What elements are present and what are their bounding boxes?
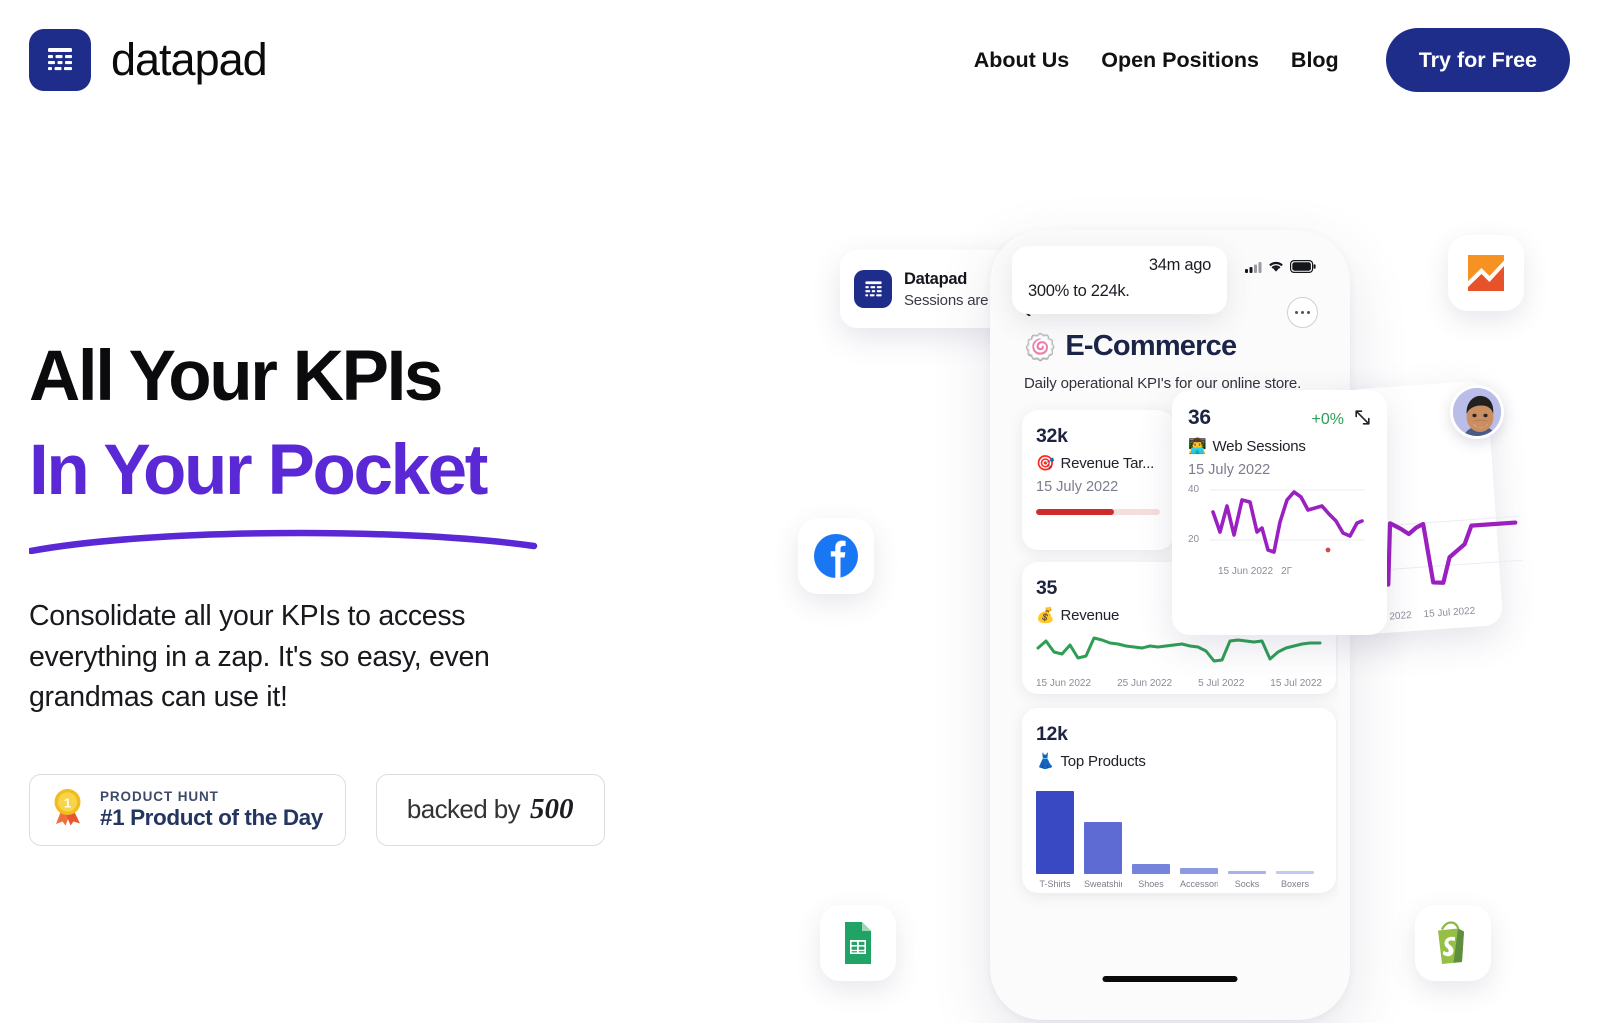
nav-link-about-us[interactable]: About Us <box>958 28 1086 92</box>
notification-title: Datapad <box>904 269 967 288</box>
delta-badge: +0% <box>1311 411 1344 428</box>
hero-subtitle: Consolidate all your KPIs to access ever… <box>29 600 490 713</box>
bar-label: Socks <box>1234 879 1260 889</box>
web-sessions-line-chart: 40 20 <box>1188 484 1371 560</box>
facebook-icon <box>798 518 874 594</box>
bar-label: T-Shirts <box>1039 879 1071 889</box>
x-tick: 15 Jul 2022 <box>1423 605 1476 621</box>
revenue-x-axis: 15 Jun 2022 25 Jun 2022 5 Jul 2022 15 Ju… <box>1036 678 1322 689</box>
kpi-value: 12k <box>1036 723 1068 745</box>
bar-4 <box>1180 868 1218 874</box>
top-navigation-bar: datapad About Us Open Positions Blog Try… <box>0 0 1600 120</box>
backed-by-500-badge[interactable]: backed by 500 <box>375 773 605 846</box>
kpi-label: Top Products <box>1060 752 1146 770</box>
cellular-bars-icon <box>1245 260 1262 278</box>
hero-product-visual: Datapad Sessions are u 🍥 E-Commerce Dail… <box>760 140 1600 1023</box>
product-hunt-badge[interactable]: 1 PRODUCT HUNT #1 Product of the Day <box>29 773 346 846</box>
lollipop-icon: 🍥 <box>1024 331 1057 362</box>
revenue-line-chart <box>1036 632 1322 673</box>
kpi-label-row: 🎯 Revenue Tar... <box>1036 454 1160 473</box>
product-hunt-kicker: PRODUCT HUNT <box>100 789 219 804</box>
money-bag-icon: 💰 <box>1036 607 1055 624</box>
datapad-grid-logo-icon <box>29 29 91 91</box>
backed-by-label: backed by <box>406 794 521 824</box>
wifi-icon <box>1268 260 1284 278</box>
bar-3 <box>1132 864 1170 874</box>
x-tick: 25 Jun 2022 <box>1117 678 1173 689</box>
phone-status-bar <box>1245 260 1316 278</box>
tshirt-icon: 👗 <box>1036 753 1055 770</box>
x-tick: 2Γ <box>1281 566 1293 577</box>
y-tick: 40 <box>1188 484 1200 495</box>
expand-arrows-icon[interactable] <box>1354 409 1371 431</box>
hero-title-line-1: All Your KPIs <box>29 337 443 416</box>
bar-2 <box>1084 822 1122 874</box>
alert-toast-card[interactable]: 34m ago 300% to 224k. <box>1012 246 1227 314</box>
battery-icon <box>1290 260 1316 278</box>
bar-5 <box>1228 871 1266 874</box>
hero-title-line-2: In Your Pocket <box>29 431 488 510</box>
google-sheets-icon <box>820 905 896 981</box>
brand-name: datapad <box>111 34 268 85</box>
datapad-grid-logo-icon <box>854 270 892 308</box>
five-hundred-logo: 500 <box>530 793 574 825</box>
nav-link-open-positions[interactable]: Open Positions <box>1085 28 1275 92</box>
kpi-date: 15 July 2022 <box>1188 462 1271 478</box>
bar-label: Boxers <box>1280 879 1309 889</box>
floating-card-web-sessions[interactable]: 36 +0% 👨‍💻 Web Sessions 15 July 2022 40 … <box>1172 390 1387 635</box>
x-tick: 5 Jul 2022 <box>1198 678 1245 689</box>
web-sessions-x-axis: 15 Jun 2022 2Γ <box>1188 566 1371 577</box>
dashboard-header: 🍥 E-Commerce <box>1024 330 1237 363</box>
try-for-free-button[interactable]: Try for Free <box>1385 28 1570 92</box>
hero-section: All Your KPIs In Your Pocket Consolidate… <box>27 330 649 846</box>
brand-logo[interactable]: datapad <box>29 29 268 91</box>
kpi-value: 36 <box>1188 406 1211 429</box>
notification-body: Sessions are u <box>904 291 1001 309</box>
shopify-icon <box>1415 905 1491 981</box>
x-tick: 15 Jun 2022 <box>1036 678 1092 689</box>
dart-icon: 🎯 <box>1036 455 1055 472</box>
bar-label: Sweatshirt <box>1084 879 1122 889</box>
product-hunt-title: #1 Product of the Day <box>100 805 323 830</box>
top-products-x-axis: T-Shirts Sweatshirt Shoes Accessorie... Sock… <box>1036 879 1322 889</box>
x-tick: 15 Jun 2022 <box>1218 566 1274 577</box>
kpi-label-row: 👨‍💻 Web Sessions <box>1188 437 1371 456</box>
y-tick: 20 <box>1188 534 1200 545</box>
kpi-card-revenue-target[interactable]: 32k 🎯 Revenue Tar... 15 July 2022 <box>1022 410 1174 550</box>
nav-link-blog[interactable]: Blog <box>1275 28 1355 92</box>
hero-badges: 1 PRODUCT HUNT #1 Product of the Day bac… <box>29 773 649 846</box>
toast-timestamp: 34m ago <box>1148 256 1211 274</box>
bar-6 <box>1276 871 1314 874</box>
user-avatar[interactable] <box>1450 385 1504 439</box>
google-analytics-icon <box>1448 235 1524 311</box>
person-laptop-icon: 👨‍💻 <box>1188 438 1207 455</box>
dashboard-title: E-Commerce <box>1065 330 1237 362</box>
toast-message: 300% to 224k. <box>1028 282 1130 300</box>
more-dots-icon[interactable] <box>1287 297 1318 328</box>
kpi-label: Revenue <box>1060 606 1120 624</box>
medal-icon: 1 <box>50 787 86 832</box>
progress-bar <box>1036 509 1160 515</box>
kpi-label: Web Sessions <box>1212 437 1306 455</box>
page-title: All Your KPIs In Your Pocket <box>29 330 649 518</box>
nav-links: About Us Open Positions Blog Try for Fre… <box>958 28 1570 92</box>
top-products-bar-chart <box>1036 784 1322 874</box>
kpi-date: 15 July 2022 <box>1036 479 1119 495</box>
hero-underline-swoosh <box>27 522 539 555</box>
bar-label: Accessorie... <box>1180 879 1218 889</box>
kpi-card-top-products[interactable]: 12k 👗 Top Products T-Shirts Sweatshirt Sho… <box>1022 708 1336 893</box>
x-tick: 15 Jul 2022 <box>1270 678 1322 689</box>
svg-text:1: 1 <box>64 796 71 811</box>
bar-1 <box>1036 791 1074 874</box>
kpi-label: Revenue Tar... <box>1060 454 1155 472</box>
kpi-label-row: 👗 Top Products <box>1036 752 1322 771</box>
kpi-value: 32k <box>1036 425 1068 447</box>
home-indicator <box>1102 976 1238 982</box>
bar-label: Shoes <box>1138 879 1164 889</box>
